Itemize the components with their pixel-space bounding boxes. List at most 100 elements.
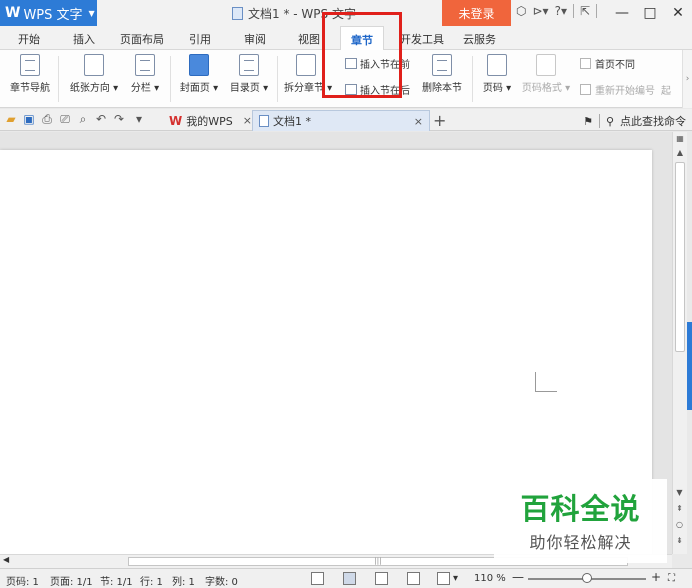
scroll-down-icon[interactable]: ▼ [673, 486, 686, 500]
undo-icon[interactable]: ↶ [94, 112, 108, 126]
previous-page-icon[interactable]: ⇞ [673, 502, 686, 516]
chevron-down-icon: ▾ [502, 83, 512, 94]
ruler-toggle-icon[interactable]: ▦ [673, 132, 687, 146]
page-view-icon[interactable] [343, 572, 356, 585]
fit-page-icon[interactable]: ⛶ [668, 573, 675, 584]
tab-cloud-services[interactable]: 云服务 [463, 31, 496, 47]
tab-references[interactable]: 引用 [189, 31, 211, 47]
zoom-in-icon[interactable]: + [651, 570, 661, 584]
status-word-count[interactable]: 字数: 0 [205, 573, 238, 588]
scroll-up-icon[interactable]: ▲ [673, 146, 687, 160]
restart-numbering-checkbox[interactable]: 重新开始编号 起 [580, 82, 671, 97]
margin-corner-mark [535, 372, 557, 392]
close-icon[interactable]: × [243, 114, 252, 127]
toc-page-label: 目录页 [229, 83, 260, 94]
tab-view[interactable]: 视图 [298, 31, 320, 47]
vertical-scrollbar[interactable]: ▦ ▲ ▼ ⇞ ○ ⇟ [672, 132, 687, 554]
zoom-level[interactable]: 110 % [474, 573, 506, 584]
chevron-down-icon: ▾ [109, 83, 119, 94]
start-label: 起 [661, 86, 671, 97]
maximize-button[interactable]: □ [636, 5, 664, 21]
section-nav-button[interactable]: 章节导航 [7, 50, 53, 94]
skin-icon[interactable]: ⬡ [516, 4, 526, 18]
web-view-icon[interactable] [407, 572, 420, 585]
checkbox-icon [580, 84, 591, 95]
add-tab-icon[interactable]: + [433, 111, 446, 130]
delete-section-icon [432, 54, 452, 76]
outline-view-icon[interactable] [375, 572, 388, 585]
select-browse-object-icon[interactable]: ○ [673, 518, 686, 532]
wps-logo-icon: W [169, 113, 183, 128]
cover-page-icon [189, 54, 209, 76]
tab-review[interactable]: 审阅 [244, 31, 266, 47]
help-button[interactable]: ?▾ [555, 4, 567, 18]
share-icon[interactable]: ⊳▾ [532, 4, 548, 18]
cover-page-button[interactable]: 封面页 ▾ [176, 50, 222, 94]
redo-icon[interactable]: ↷ [112, 112, 126, 126]
scroll-left-icon[interactable]: ◀ [3, 555, 9, 564]
save-icon[interactable]: ▣ [22, 112, 36, 126]
open-folder-icon[interactable]: ▰ [4, 112, 18, 126]
columns-button[interactable]: 分栏 ▾ [127, 50, 163, 94]
chevron-down-icon[interactable]: ▾ [453, 573, 458, 584]
close-button[interactable]: ✕ [664, 5, 692, 21]
tab-insert[interactable]: 插入 [73, 31, 95, 47]
export-icon[interactable]: ⎙ [40, 112, 54, 126]
status-page-code: 页码: 1 [6, 577, 39, 588]
divider [58, 56, 59, 102]
find-command-link[interactable]: 点此查找命令 [620, 113, 686, 129]
toc-page-button[interactable]: 目录页 ▾ [226, 50, 272, 94]
minimize-button[interactable]: — [608, 5, 636, 21]
orientation-button[interactable]: 纸张方向 ▾ [67, 50, 121, 94]
watermark-title: 百科全说 [520, 492, 641, 526]
app-menu-button[interactable]: W WPS 文字 ▼ [0, 0, 97, 26]
help-icon: ? [554, 4, 561, 18]
delete-section-button[interactable]: 删除本节 [420, 50, 464, 94]
status-section: 节: 1/1 [100, 577, 133, 588]
tab-home[interactable]: 开始 [18, 31, 40, 47]
status-page: 页面: 1/1 [50, 577, 93, 588]
tab-developer[interactable]: 开发工具 [400, 31, 444, 47]
delete-section-label: 删除本节 [422, 83, 462, 94]
doc-tab-my-wps[interactable]: W 我的WPS × [163, 110, 258, 131]
doc-tab-current-label: 文档1 * [273, 115, 311, 128]
focus-mode-icon[interactable] [311, 572, 324, 585]
title-tools: ⬡ ⊳▾ ?▾ ⇱ [516, 4, 598, 18]
checkbox-icon [580, 58, 591, 69]
orientation-label: 纸张方向 [69, 83, 110, 94]
watermark-subtitle: 助你轻松解决 [529, 533, 632, 552]
window-controls: — □ ✕ [608, 0, 692, 26]
right-tools: ⚑ ⚲ 点此查找命令 [583, 113, 686, 129]
columns-icon [135, 54, 155, 76]
side-panel-toggle[interactable] [687, 322, 692, 410]
divider [277, 56, 278, 102]
page-number-button[interactable]: 页码 ▾ [479, 50, 515, 94]
restart-numbering-label: 重新开始编号 [595, 86, 655, 97]
reading-mode-icon[interactable] [437, 572, 450, 585]
first-page-different-checkbox[interactable]: 首页不同 [580, 56, 635, 71]
search-icon: ⚲ [605, 114, 614, 128]
status-col: 列: 1 [172, 577, 195, 588]
collapse-ribbon-icon[interactable]: ⇱ [580, 4, 590, 18]
document-icon [259, 115, 269, 127]
tab-page-layout[interactable]: 页面布局 [120, 31, 164, 47]
wps-logo-icon: W [5, 5, 21, 21]
chevron-down-icon: ▾ [259, 83, 269, 94]
chevron-down-icon: ▾ [209, 83, 219, 94]
split-section-icon [296, 54, 316, 76]
close-icon[interactable]: × [414, 115, 423, 128]
zoom-out-icon[interactable]: — [512, 570, 524, 584]
zoom-slider-knob[interactable] [582, 573, 592, 583]
page-number-format-button[interactable]: 页码格式 ▾ [519, 50, 573, 94]
doc-tab-current[interactable]: 文档1 * × [252, 110, 430, 131]
settings-icon[interactable]: ⚑ [583, 115, 593, 128]
next-page-icon[interactable]: ⇟ [673, 534, 686, 548]
print-icon[interactable]: ⎚ [58, 112, 72, 126]
print-preview-icon[interactable]: ⌕ [76, 112, 90, 126]
scrollbar-thumb[interactable] [675, 162, 685, 352]
page-number-label: 页码 [482, 83, 503, 94]
customize-toolbar-icon[interactable]: ▾ [132, 112, 146, 126]
login-button[interactable]: 未登录 [442, 0, 511, 26]
ribbon-scroll-right-icon[interactable]: › [682, 50, 692, 108]
section-nav-icon [20, 54, 40, 76]
